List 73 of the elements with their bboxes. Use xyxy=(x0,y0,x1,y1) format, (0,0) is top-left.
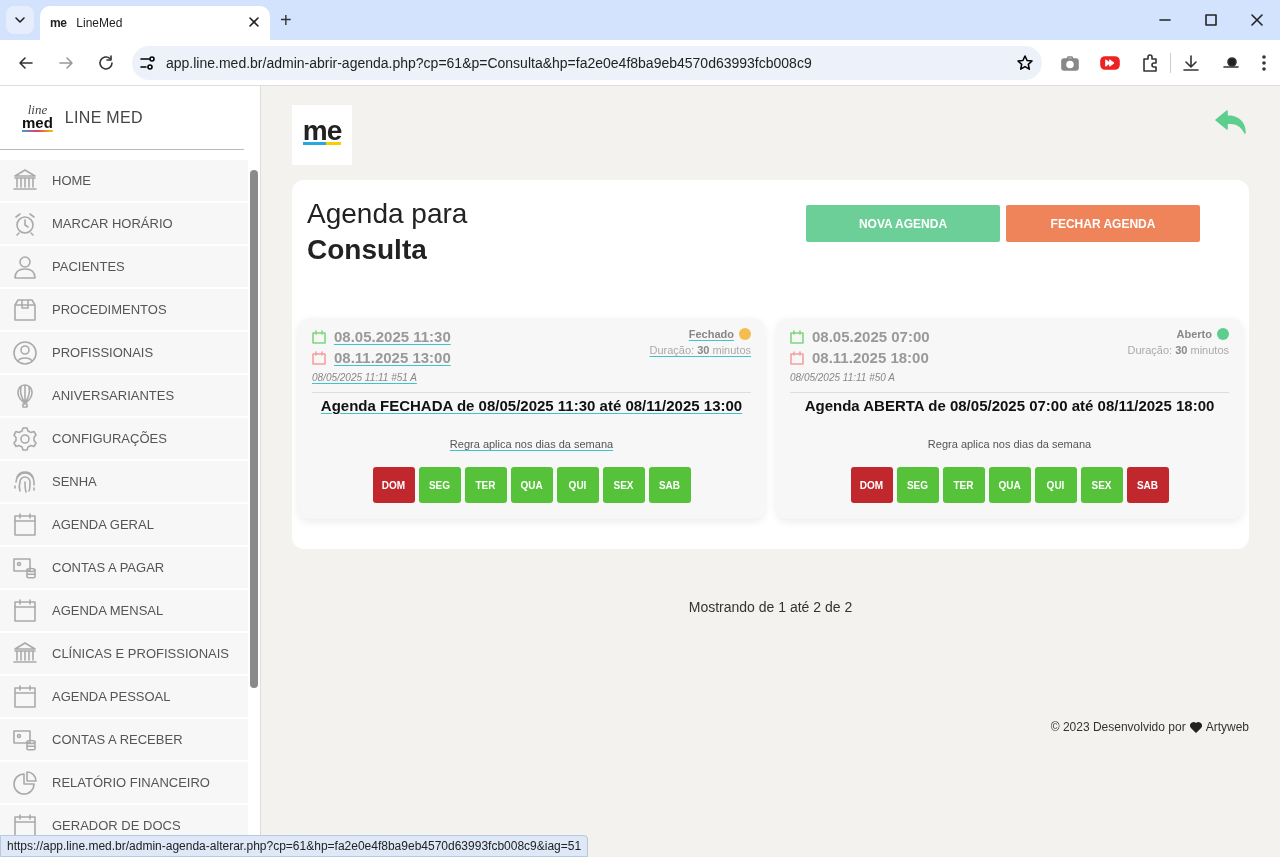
logo: me xyxy=(292,105,352,165)
agenda-summary: Agenda ABERTA de 08/05/2025 07:00 até 08/11/2025 18:00 xyxy=(803,397,1216,414)
weekday-button[interactable]: DOM xyxy=(850,467,893,503)
page-subtitle: Consulta xyxy=(307,234,428,266)
box-icon xyxy=(12,296,38,323)
status-label: Fechado xyxy=(688,328,734,340)
weekday-button[interactable]: SAB xyxy=(1126,467,1169,503)
sidebar-item[interactable]: SENHA xyxy=(0,461,248,502)
calendar-icon xyxy=(790,350,804,365)
sidebar-item[interactable]: PROCEDIMENTOS xyxy=(0,289,248,330)
tab-list-button[interactable] xyxy=(6,6,34,34)
pie-chart-icon xyxy=(12,769,38,796)
sidebar-item[interactable]: PACIENTES xyxy=(0,246,248,287)
status-label: Aberto xyxy=(1176,328,1212,340)
address-bar[interactable]: app.line.med.br/admin-abrir-agenda.php?cp=61&p=Consulta&hp=fa2e0e4f8ba9eb4570d63993fcb008c9 xyxy=(132,45,1042,80)
person-icon xyxy=(12,253,38,280)
user-circle-icon xyxy=(12,339,38,366)
maximize-icon xyxy=(1205,14,1217,26)
sidebar-item[interactable]: CONFIGURAÇÕES xyxy=(0,418,248,459)
tab-title: LineMed xyxy=(76,16,124,30)
calendar-icon xyxy=(12,597,38,624)
calendar-icon xyxy=(790,329,804,344)
created-info: 08/05/2025 11:11 #50 A xyxy=(790,372,896,383)
gear-icon xyxy=(12,425,38,452)
status-url-tooltip: https://app.line.med.br/admin-agenda-alterar.php?cp=61&hp=fa2e0e4f8ba9eb4570d63993fcb008c9&iag=51 xyxy=(0,835,589,857)
end-date: 08.11.2025 18:00 xyxy=(812,349,929,366)
duration-text: Duração: 30 minutos xyxy=(1127,344,1229,356)
sidebar-item[interactable]: AGENDA MENSAL xyxy=(0,590,248,631)
pagination-info: Mostrando de 1 até 2 de 2 xyxy=(687,599,854,615)
sidebar-item[interactable]: CONTAS A RECEBER xyxy=(0,719,248,760)
duration-text: Duração: 30 minutos xyxy=(649,344,751,356)
sidebar-item[interactable]: CONTAS A PAGAR xyxy=(0,547,248,588)
close-icon xyxy=(248,15,260,28)
reload-icon[interactable] xyxy=(97,53,115,72)
close-icon xyxy=(1251,14,1263,26)
start-date: 08.05.2025 07:00 xyxy=(812,328,930,345)
sidebar-item[interactable]: AGENDA PESSOAL xyxy=(0,676,248,717)
sidebar-item[interactable]: MARCAR HORÁRIO xyxy=(0,203,248,244)
sidebar-item[interactable]: ANIVERSARIANTES xyxy=(0,375,248,416)
end-date: 08.11.2025 13:00 xyxy=(334,349,451,366)
new-tab-button[interactable]: + xyxy=(280,8,292,32)
chevron-down-icon xyxy=(14,14,26,26)
alarm-clock-icon xyxy=(12,210,38,237)
agenda-card[interactable]: 08.05.2025 07:00 08.11.2025 18:00 08/05/2025 11:11 #50 A Aberto Duração: 30 minutos Agenda ABERTA de 08/05/2025 07:00 até 08/11/2025 18:00 Regra aplica nos dias da semana DOM SEG TER QUA QUI SEX SAB xyxy=(776,318,1243,519)
agenda-summary: Agenda FECHADA de 08/05/2025 11:30 até 08/11/2025 13:00 xyxy=(319,397,744,414)
calendar-icon xyxy=(12,511,38,538)
footer-text: © 2023 Desenvolvido por xyxy=(1050,720,1186,734)
rule-text: Regra aplica nos dias da semana xyxy=(926,438,1093,450)
fingerprint-icon xyxy=(12,468,38,495)
created-info: 08/05/2025 11:11 #51 A xyxy=(312,372,418,383)
sidebar-item[interactable]: HOME xyxy=(0,160,248,201)
logo: line med xyxy=(22,103,53,132)
calendar-icon xyxy=(12,683,38,710)
page-title: Agenda para xyxy=(307,198,468,230)
heart-icon xyxy=(1189,721,1202,733)
star-icon[interactable] xyxy=(1016,53,1034,72)
sidebar-item[interactable]: AGENDA GERAL xyxy=(0,504,248,545)
extensions-icon[interactable] xyxy=(1140,52,1160,73)
footer-link[interactable]: Artyweb xyxy=(1205,720,1249,734)
calendar-icon xyxy=(312,350,326,365)
rule-text: Regra aplica nos dias da semana xyxy=(448,438,615,450)
sidebar-item[interactable]: CLÍNICAS E PROFISSIONAIS xyxy=(0,633,248,674)
sidebar-item[interactable]: PROFISSIONAIS xyxy=(0,332,248,373)
download-icon[interactable] xyxy=(1181,52,1201,73)
more-menu-icon[interactable] xyxy=(1261,52,1267,73)
start-date: 08.05.2025 11:30 xyxy=(334,328,451,345)
weekday-button[interactable]: DOM xyxy=(372,467,415,503)
favicon: me xyxy=(50,16,67,30)
brand-name: LINE MED xyxy=(64,108,143,127)
agenda-card[interactable]: 08.05.2025 11:30 08.11.2025 13:00 08/05/2025 11:11 #51 A Fechado Duração: 30 minutos Agenda FECHADA de 08/05/2025 11:30 até 08/11/2025 13:00 Regra aplica nos dias da semana DOM SEG TER QUA QUI SEX SAB xyxy=(298,318,765,519)
sidebar-item[interactable]: RELATÓRIO FINANCEIRO xyxy=(0,762,248,803)
calendar-icon xyxy=(312,329,326,344)
browser-tab[interactable]: me LineMed xyxy=(40,6,270,40)
